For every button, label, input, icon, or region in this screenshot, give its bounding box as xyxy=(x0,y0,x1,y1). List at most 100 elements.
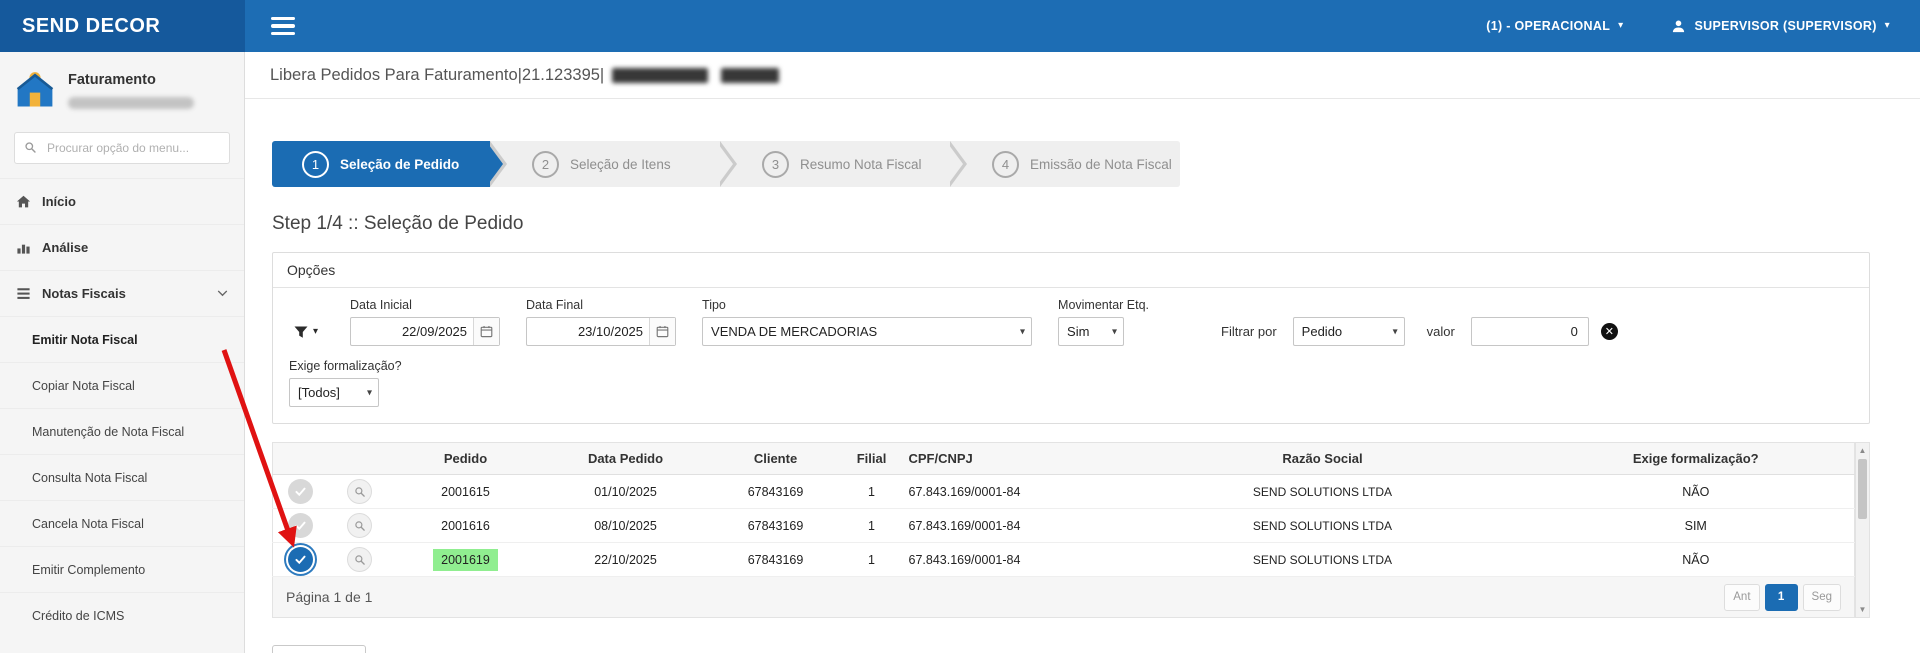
sidebar-subitem-credito-icms[interactable]: Crédito de ICMS xyxy=(0,592,244,638)
sidebar-subitem-label: Crédito de ICMS xyxy=(32,609,124,623)
sidebar-subitem-cancela-nota-fiscal[interactable]: Cancela Nota Fiscal xyxy=(0,500,244,546)
user-menu-label: SUPERVISOR (SUPERVISOR) xyxy=(1694,19,1876,33)
chevron-down-icon: ▾ xyxy=(313,327,318,337)
valor-label: valor xyxy=(1427,324,1455,339)
column-header: Filial xyxy=(841,443,903,475)
magnifier-icon xyxy=(354,520,366,532)
tipo-select[interactable]: VENDA DE MERCADORIAS xyxy=(702,317,1032,346)
pedido-cell: 2001619 xyxy=(391,543,541,577)
filter-row: ▾ Data Inicial Data xyxy=(289,298,1853,346)
chevron-down-icon: ▾ xyxy=(1618,21,1623,31)
sidebar-item-label: Início xyxy=(42,194,76,209)
brand-logo: SEND DECOR xyxy=(0,0,245,52)
sidebar-subitem-emitir-nota-fiscal[interactable]: Emitir Nota Fiscal xyxy=(0,316,244,362)
valor-input[interactable] xyxy=(1471,317,1589,346)
scroll-up-arrow-icon[interactable]: ▲ xyxy=(1856,446,1869,455)
step-number-badge: 4 xyxy=(992,151,1019,178)
wizard-step-1[interactable]: 1 Seleção de Pedido xyxy=(272,141,490,187)
sidebar-item-analise[interactable]: Análise xyxy=(0,224,244,270)
view-column-header xyxy=(329,443,391,475)
cpf-cnpj-cell: 67.843.169/0001-84 xyxy=(903,543,1108,577)
data-inicial-calendar-button[interactable] xyxy=(473,318,499,345)
data-final-label: Data Final xyxy=(526,298,676,312)
wizard-step-2[interactable]: 2 Seleção de Itens xyxy=(490,141,720,187)
redacted-text xyxy=(612,68,708,83)
orders-table: Pedido Data Pedido Cliente Filial CPF/CN… xyxy=(272,442,1855,577)
filter-menu-button[interactable]: ▾ xyxy=(289,317,322,346)
redacted-text xyxy=(68,97,194,109)
table-row[interactable]: 2001615 01/10/2025 67843169 1 67.843.169… xyxy=(273,475,1855,509)
tipo-label: Tipo xyxy=(702,298,1032,312)
pedido-cell: 2001615 xyxy=(391,475,541,509)
scroll-down-arrow-icon[interactable]: ▼ xyxy=(1856,605,1869,614)
pagination-bar: Página 1 de 1 Ant 1 Seg xyxy=(272,577,1855,618)
pagination-page-1-button[interactable]: 1 xyxy=(1765,584,1798,611)
pagination-controls: Ant 1 Seg xyxy=(1724,584,1841,611)
sidebar-subitem-emitir-complemento[interactable]: Emitir Complemento xyxy=(0,546,244,592)
table-row[interactable]: 2001616 08/10/2025 67843169 1 67.843.169… xyxy=(273,509,1855,543)
razao-social-cell: SEND SOLUTIONS LTDA xyxy=(1108,543,1538,577)
chevron-down-icon xyxy=(217,290,228,297)
filtrar-por-select[interactable]: Pedido xyxy=(1293,317,1405,346)
app-logo-icon xyxy=(14,70,56,110)
view-row-button[interactable] xyxy=(347,547,372,572)
menu-search-input[interactable] xyxy=(14,132,230,164)
pagination-prev-button[interactable]: Ant xyxy=(1724,584,1759,611)
topbar: SEND DECOR (1) - OPERACIONAL ▾ SUPERVISO… xyxy=(0,0,1920,52)
exige-formalizacao-select[interactable]: [Todos] xyxy=(289,378,379,407)
sidebar-subitem-consulta-nota-fiscal[interactable]: Consulta Nota Fiscal xyxy=(0,454,244,500)
exige-cell: NÃO xyxy=(1538,543,1855,577)
step-label: Seleção de Pedido xyxy=(340,157,459,172)
module-title-block: Faturamento xyxy=(68,70,194,109)
movimentar-label: Movimentar Etq. xyxy=(1058,298,1149,312)
movimentar-group: Movimentar Etq. Sim xyxy=(1058,298,1149,346)
data-pedido-cell: 01/10/2025 xyxy=(541,475,711,509)
step-label: Resumo Nota Fiscal xyxy=(800,157,922,172)
company-selector-dropdown[interactable]: (1) - OPERACIONAL ▾ xyxy=(1486,19,1623,33)
select-row-button[interactable] xyxy=(288,479,313,504)
view-row-button[interactable] xyxy=(347,513,372,538)
redacted-text xyxy=(721,68,779,83)
wizard-step-3[interactable]: 3 Resumo Nota Fiscal xyxy=(720,141,950,187)
scrollbar-thumb[interactable] xyxy=(1858,459,1867,519)
content-area: 1 Seleção de Pedido 2 Seleção de Itens 3… xyxy=(245,99,1920,653)
sidebar-item-inicio[interactable]: Início xyxy=(0,178,244,224)
sidebar-item-notas-fiscais[interactable]: Notas Fiscais xyxy=(0,270,244,316)
table-header-row: Pedido Data Pedido Cliente Filial CPF/CN… xyxy=(273,443,1855,475)
movimentar-select[interactable]: Sim xyxy=(1058,317,1124,346)
data-pedido-cell: 22/10/2025 xyxy=(541,543,711,577)
funnel-icon xyxy=(293,324,309,340)
sidebar-item-label: Análise xyxy=(42,240,88,255)
module-name: Faturamento xyxy=(68,70,194,88)
view-row-button[interactable] xyxy=(347,479,372,504)
check-icon xyxy=(294,553,307,566)
clear-value-button[interactable]: ✕ xyxy=(1601,323,1618,340)
sidebar-subitem-label: Cancela Nota Fiscal xyxy=(32,517,144,531)
sidebar-subitem-manutencao-nota-fiscal[interactable]: Manutenção de Nota Fiscal xyxy=(0,408,244,454)
user-menu-dropdown[interactable]: SUPERVISOR (SUPERVISOR) ▾ xyxy=(1671,19,1890,34)
pedido-cell: 2001616 xyxy=(391,509,541,543)
filial-cell: 1 xyxy=(841,543,903,577)
exige-formalizacao-group: Exige formalização? [Todos] xyxy=(289,359,402,407)
step-label: Emissão de Nota Fiscal xyxy=(1030,157,1172,172)
step-number-badge: 1 xyxy=(302,151,329,178)
list-icon xyxy=(16,286,31,301)
view-cell xyxy=(329,509,391,543)
menu-toggle-button[interactable] xyxy=(265,11,301,42)
sidebar-subitem-copiar-nota-fiscal[interactable]: Copiar Nota Fiscal xyxy=(0,362,244,408)
magnifier-icon xyxy=(354,554,366,566)
exige-formalizacao-label: Exige formalização? xyxy=(289,359,402,373)
razao-social-cell: SEND SOLUTIONS LTDA xyxy=(1108,475,1538,509)
close-button[interactable]: Fechar xyxy=(272,645,366,653)
select-row-button[interactable] xyxy=(288,547,313,572)
data-final-calendar-button[interactable] xyxy=(649,318,675,345)
filial-cell: 1 xyxy=(841,475,903,509)
table-row-selected[interactable]: 2001619 22/10/2025 67843169 1 67.843.169… xyxy=(273,543,1855,577)
vertical-scrollbar[interactable]: ▲ ▼ xyxy=(1855,442,1870,618)
wizard-step-4[interactable]: 4 Emissão de Nota Fiscal xyxy=(950,141,1180,187)
select-column-header xyxy=(273,443,329,475)
pagination-next-button[interactable]: Seg xyxy=(1803,584,1841,611)
cliente-cell: 67843169 xyxy=(711,475,841,509)
select-row-button[interactable] xyxy=(288,513,313,538)
sidebar-search xyxy=(14,132,230,164)
